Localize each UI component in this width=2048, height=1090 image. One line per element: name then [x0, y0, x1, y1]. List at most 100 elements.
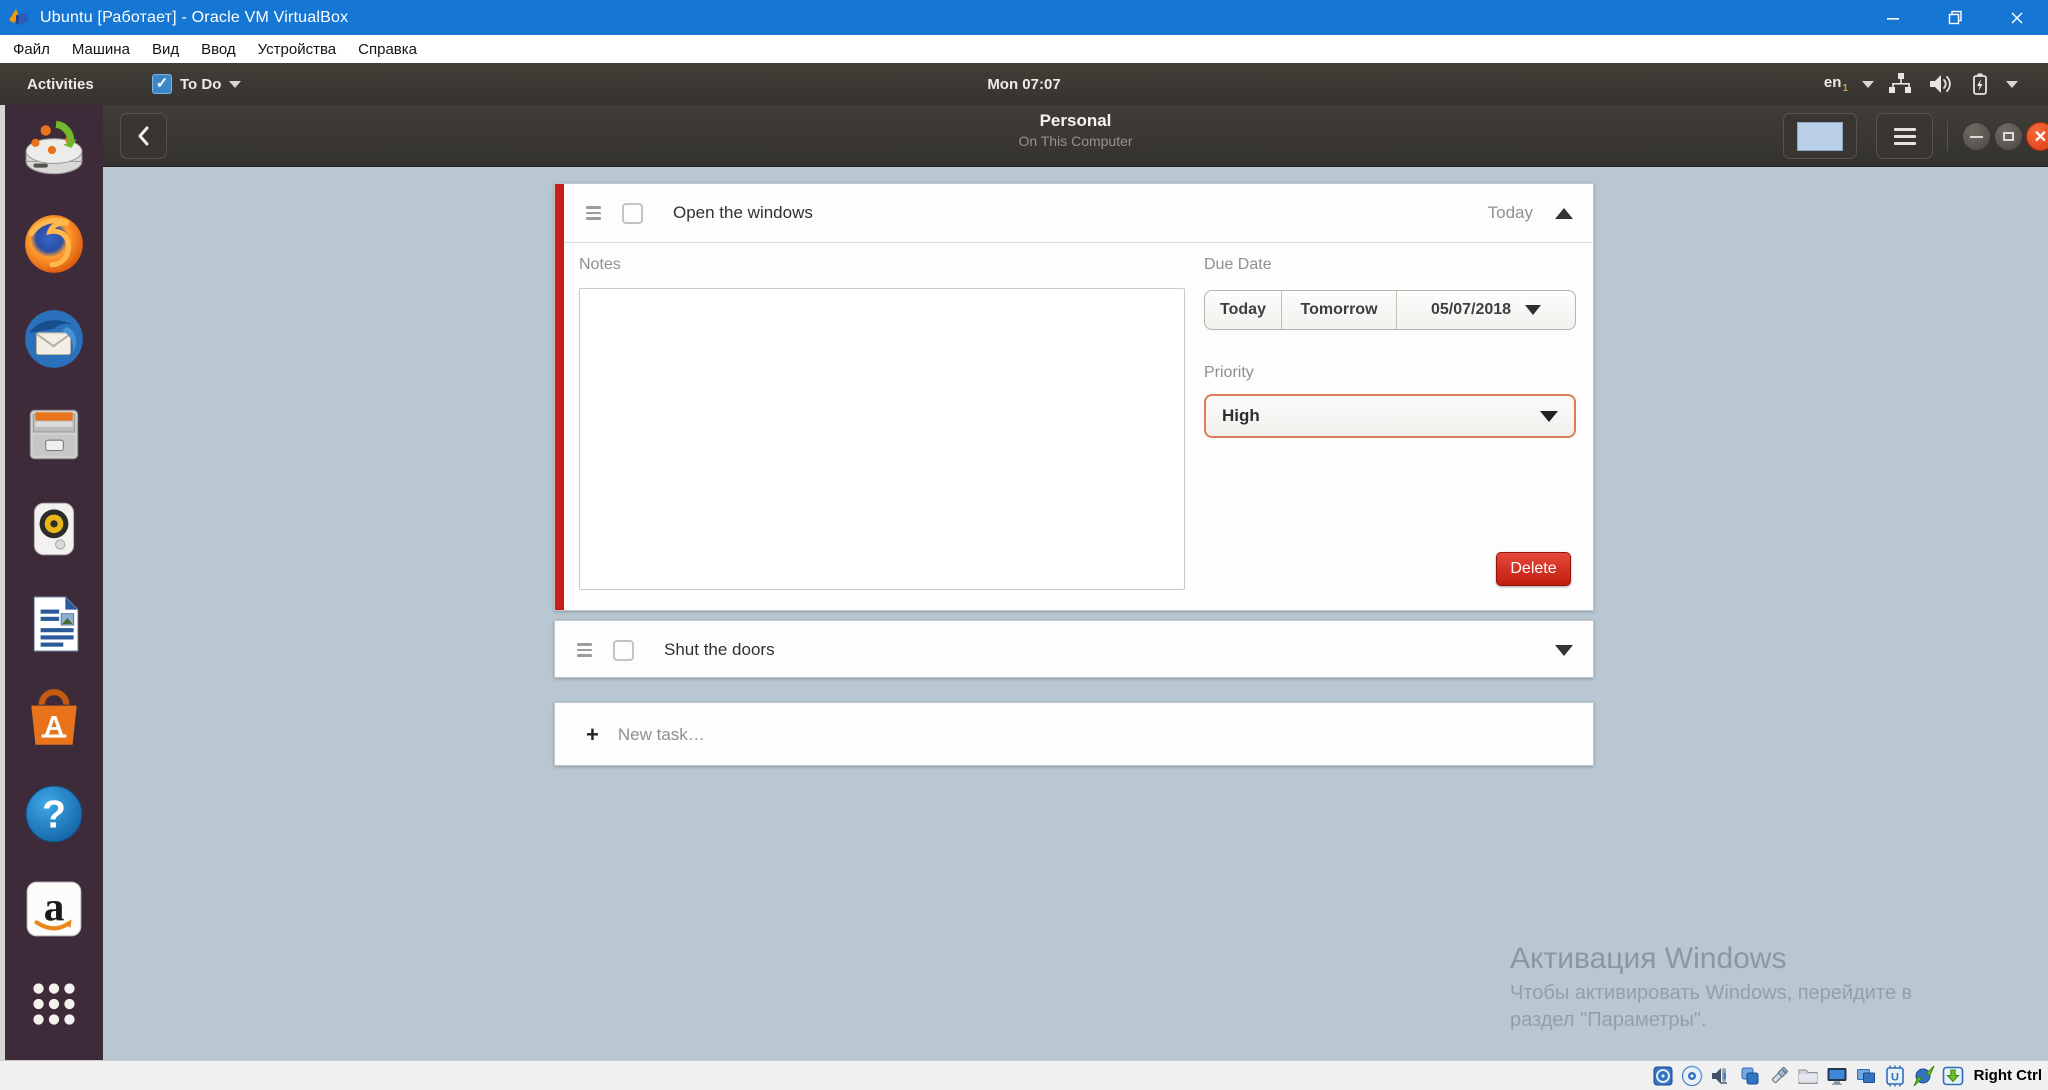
todo-app-icon: ✓	[152, 74, 172, 94]
dock-software-updater-icon[interactable]	[20, 115, 88, 183]
dock-libreoffice-writer-icon[interactable]	[20, 590, 88, 658]
new-task-placeholder: New task…	[618, 725, 705, 745]
clock[interactable]: Mon 07:07	[0, 63, 2048, 105]
shared-folders-icon[interactable]	[1796, 1064, 1820, 1088]
task-card-collapsed: Shut the doors	[554, 620, 1594, 678]
hard-disks-icon[interactable]	[1651, 1064, 1675, 1088]
desktop-content: Open the windows Today Notes Due Date To…	[103, 167, 2048, 1060]
task-checkbox[interactable]	[622, 203, 643, 224]
usb-icon[interactable]	[1767, 1064, 1791, 1088]
priority-dropdown-icon	[1540, 411, 1558, 422]
priority-dropdown[interactable]: High	[1204, 394, 1576, 438]
virtualization-icon[interactable]: U	[1883, 1064, 1907, 1088]
keyboard-layout-index: 1	[1842, 83, 1848, 94]
screenshot-stage: Ubuntu [Работает] - Oracle VM VirtualBox…	[0, 0, 2048, 1090]
vbox-statusbar: U Right Ctrl	[0, 1060, 2048, 1090]
dock-files-icon[interactable]	[20, 400, 88, 468]
window-minimize-icon[interactable]	[1862, 0, 1924, 35]
menu-help[interactable]: Справка	[347, 35, 428, 63]
svg-text:a: a	[44, 883, 65, 929]
hamburger-icon	[1894, 128, 1916, 131]
svg-text:U: U	[1891, 1071, 1899, 1083]
watermark-line: раздел "Параметры".	[1510, 1007, 1912, 1034]
expand-arrow-icon[interactable]	[1555, 645, 1573, 656]
drag-handle-icon[interactable]	[577, 643, 592, 657]
recording-icon[interactable]	[1854, 1064, 1878, 1088]
menu-input[interactable]: Ввод	[190, 35, 247, 63]
app-menu-label: To Do	[180, 76, 221, 93]
keyboard-layout-indicator[interactable]: en 1	[1824, 74, 1848, 94]
watermark-title: Активация Windows	[1510, 942, 1912, 976]
mouse-integration-icon[interactable]	[1912, 1064, 1936, 1088]
task-title: Shut the doors	[664, 640, 775, 660]
keyboard-status-icon[interactable]	[1941, 1064, 1965, 1088]
minimize-icon	[1970, 136, 1983, 138]
list-color-button[interactable]	[1783, 113, 1857, 159]
priority-label: Priority	[1204, 364, 1254, 382]
task-checkbox[interactable]	[613, 640, 634, 661]
due-date-value: 05/07/2018	[1431, 301, 1511, 319]
dock-firefox-icon[interactable]	[20, 210, 88, 278]
task-schedule-label: Today	[1488, 203, 1533, 223]
hamburger-menu-button[interactable]	[1876, 113, 1933, 159]
delete-button[interactable]: Delete	[1496, 552, 1571, 586]
app-menu-button[interactable]: ✓ To Do	[152, 63, 241, 105]
task-row[interactable]: Open the windows Today	[564, 184, 1593, 243]
network-adapters-icon[interactable]	[1738, 1064, 1762, 1088]
list-title: Personal	[103, 111, 2048, 131]
volume-icon[interactable]	[1928, 72, 1954, 96]
titlebar-controls	[1862, 0, 2048, 35]
task-card-expanded: Open the windows Today Notes Due Date To…	[554, 183, 1594, 611]
keyboard-layout-code: en	[1824, 74, 1842, 91]
audio-icon[interactable]	[1709, 1064, 1733, 1088]
due-date-picker-button[interactable]: 05/07/2018	[1396, 291, 1575, 329]
list-color-swatch	[1797, 122, 1843, 151]
close-icon: ✕	[2034, 127, 2047, 147]
window-close-icon[interactable]	[1986, 0, 2048, 35]
app-minimize-button[interactable]	[1962, 122, 1991, 151]
priority-value: High	[1222, 406, 1260, 426]
vbox-titlebar: Ubuntu [Работает] - Oracle VM VirtualBox	[0, 0, 2048, 35]
collapse-arrow-icon[interactable]	[1555, 208, 1573, 219]
app-maximize-button[interactable]	[1994, 122, 2023, 151]
dock-help-icon[interactable]: ?	[20, 780, 88, 848]
list-subtitle: On This Computer	[103, 133, 2048, 149]
system-menu-chevron-icon[interactable]	[2006, 81, 2018, 88]
due-tomorrow-button[interactable]: Tomorrow	[1281, 291, 1396, 329]
due-date-label: Due Date	[1204, 256, 1272, 274]
network-icon[interactable]	[1888, 72, 1914, 96]
menu-machine[interactable]: Машина	[61, 35, 141, 63]
new-task-card[interactable]: + New task…	[554, 702, 1594, 766]
window-restore-icon[interactable]	[1924, 0, 1986, 35]
gnome-topbar: Mon 07:07 Activities ✓ To Do en 1	[0, 63, 2048, 105]
menu-file[interactable]: Файл	[2, 35, 61, 63]
dock-rhythmbox-icon[interactable]	[20, 495, 88, 563]
task-row[interactable]: Shut the doors	[555, 621, 1593, 679]
topbar-system-area: en 1	[1824, 63, 2018, 105]
host-key-label: Right Ctrl	[1974, 1067, 2042, 1084]
headerbar-separator	[1947, 121, 1948, 151]
back-chevron-icon	[134, 125, 154, 147]
notes-textarea[interactable]	[579, 288, 1185, 590]
headerbar-title-block: Personal On This Computer	[103, 111, 2048, 149]
calendar-dropdown-icon	[1525, 305, 1541, 315]
back-button[interactable]	[120, 113, 167, 159]
activities-button[interactable]: Activities	[27, 63, 94, 105]
menu-devices[interactable]: Устройства	[247, 35, 347, 63]
svg-text:?: ?	[42, 793, 66, 836]
menu-view[interactable]: Вид	[141, 35, 190, 63]
keyboard-chevron-down-icon[interactable]	[1862, 81, 1874, 88]
dock-app-grid-icon[interactable]	[20, 970, 88, 1038]
battery-charging-icon[interactable]	[1968, 72, 1992, 96]
notes-label: Notes	[579, 256, 621, 274]
due-today-button[interactable]: Today	[1205, 291, 1281, 329]
display-icon[interactable]	[1825, 1064, 1849, 1088]
todo-headerbar: Personal On This Computer ✕	[103, 105, 2048, 167]
optical-drives-icon[interactable]	[1680, 1064, 1704, 1088]
dock-thunderbird-icon[interactable]	[20, 305, 88, 373]
plus-icon: +	[586, 722, 599, 748]
app-close-button[interactable]: ✕	[2026, 122, 2048, 151]
dock-ubuntu-software-icon[interactable]: A	[20, 685, 88, 753]
drag-handle-icon[interactable]	[586, 206, 601, 220]
dock-amazon-icon[interactable]: a	[20, 875, 88, 943]
